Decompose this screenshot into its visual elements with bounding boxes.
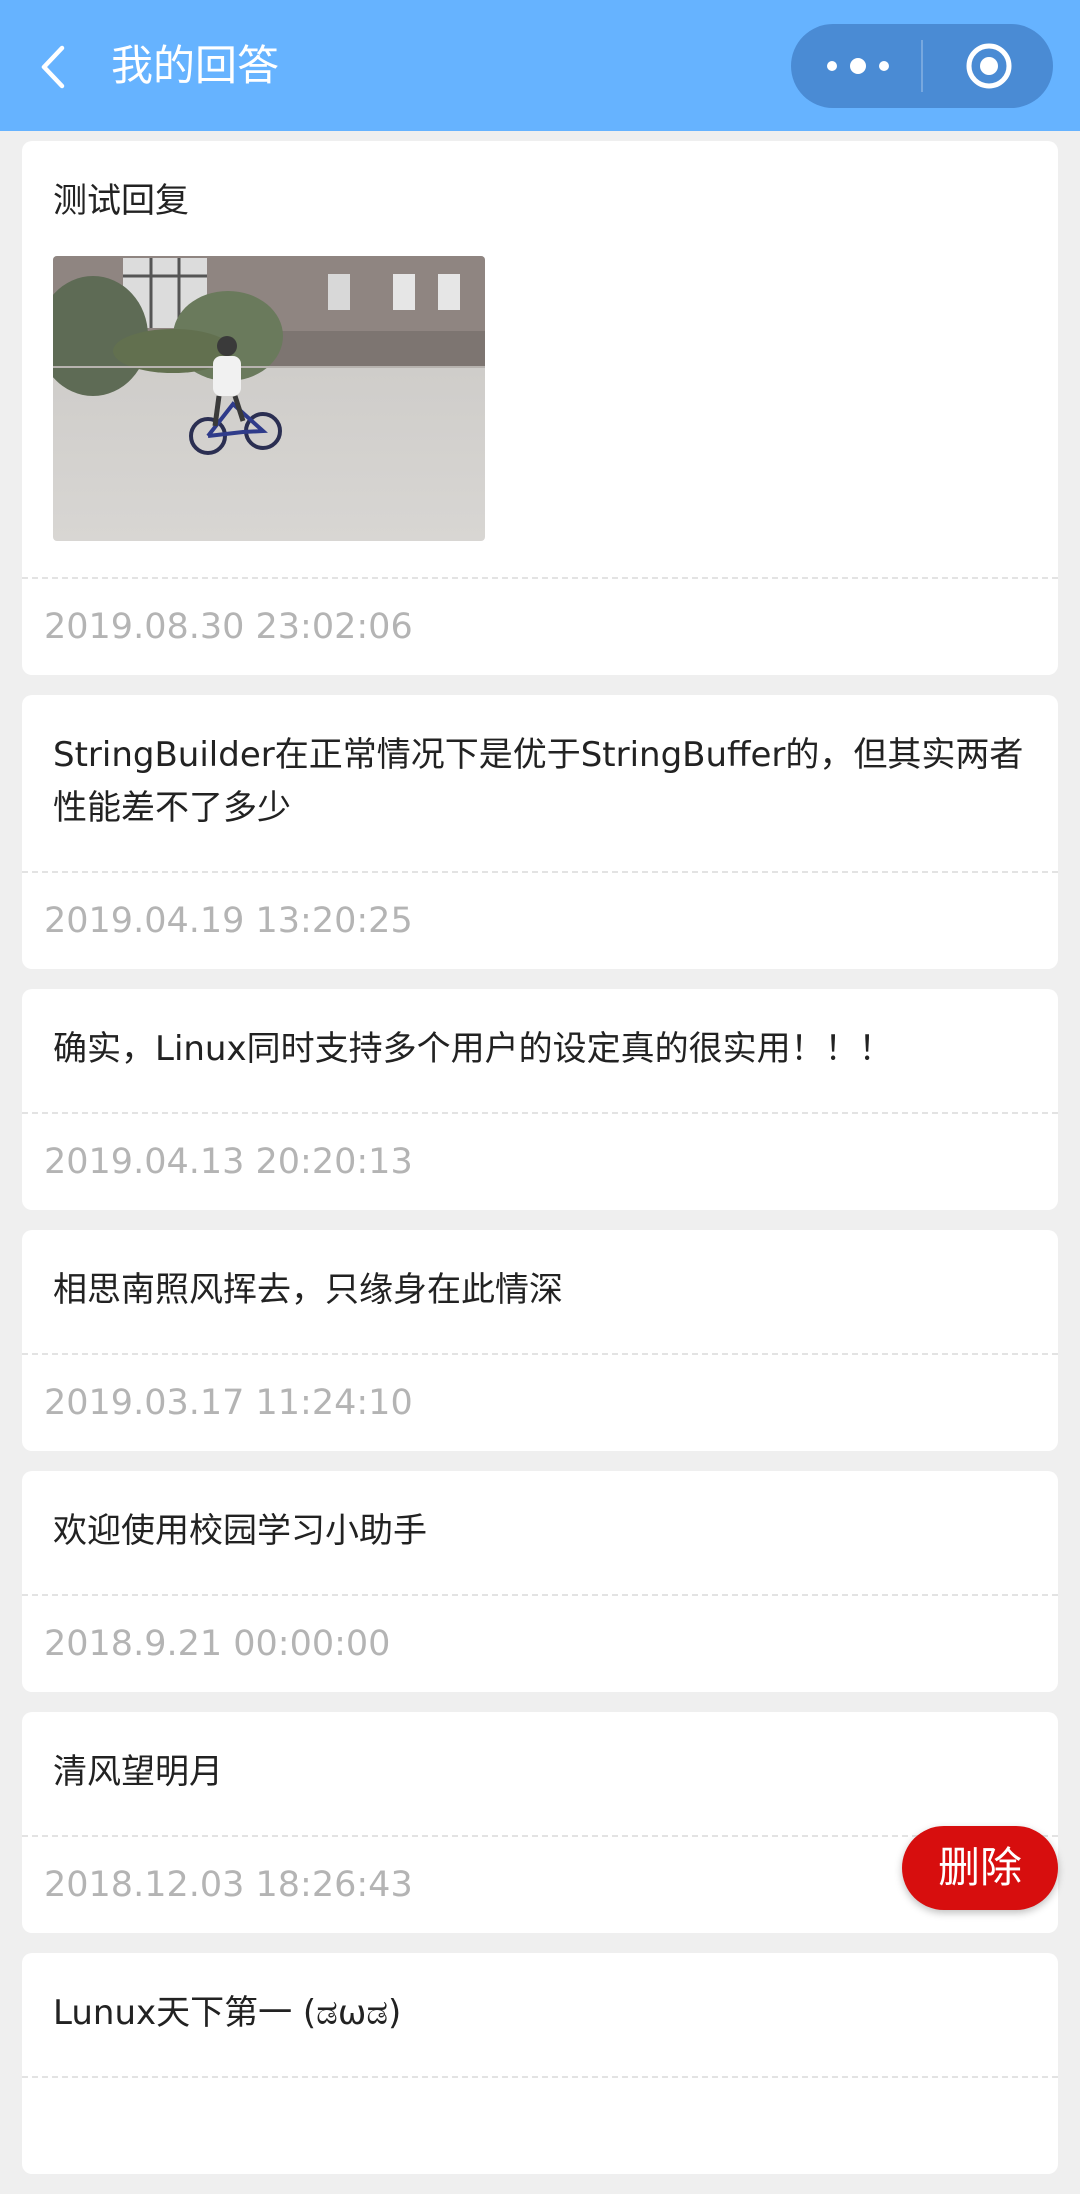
navigation-bar: 我的回答 bbox=[0, 0, 1080, 131]
answer-content: 相思南照风挥去，只缘身在此情深 bbox=[53, 1270, 563, 1310]
answer-timestamp: 2018.9.21 00:00:00 bbox=[22, 1594, 1058, 1692]
answer-timestamp bbox=[22, 2076, 1058, 2174]
answer-card[interactable]: 测试回复 2019.08.30 23:02:06 bbox=[22, 141, 1058, 675]
answer-photo[interactable] bbox=[53, 256, 485, 541]
answer-content: StringBuilder在正常情况下是优于StringBuffer的，但其实两… bbox=[53, 735, 1024, 828]
answer-content: Lunux天下第一 (ಡωಡ) bbox=[53, 1993, 402, 2033]
answer-content: 确实，Linux同时支持多个用户的设定真的很实用！！！ bbox=[53, 1029, 893, 1069]
answer-timestamp: 2019.04.19 13:20:25 bbox=[22, 871, 1058, 969]
answer-timestamp: 2018.12.03 18:26:43 bbox=[22, 1835, 1058, 1933]
answer-card[interactable]: 相思南照风挥去，只缘身在此情深 2019.03.17 11:24:10 bbox=[22, 1230, 1058, 1451]
answer-timestamp: 2019.04.13 20:20:13 bbox=[22, 1112, 1058, 1210]
answer-body: 相思南照风挥去，只缘身在此情深 bbox=[22, 1230, 1058, 1353]
answer-card[interactable]: StringBuilder在正常情况下是优于StringBuffer的，但其实两… bbox=[22, 695, 1058, 969]
page-title: 我的回答 bbox=[111, 41, 280, 90]
chevron-left-icon[interactable] bbox=[36, 42, 76, 92]
mini-program-capsule bbox=[791, 24, 1053, 108]
answer-content: 清风望明月 bbox=[53, 1752, 223, 1792]
answer-body: 欢迎使用校园学习小助手 bbox=[22, 1471, 1058, 1594]
answer-card[interactable]: Lunux天下第一 (ಡωಡ) bbox=[22, 1953, 1058, 2174]
answer-list: 测试回复 2019.08.30 23:02:06 StringBuilder在正… bbox=[22, 141, 1058, 2194]
answer-card[interactable]: 欢迎使用校园学习小助手 2018.9.21 00:00:00 bbox=[22, 1471, 1058, 1692]
target-circle-icon[interactable] bbox=[965, 42, 1013, 90]
answer-timestamp: 2019.03.17 11:24:10 bbox=[22, 1353, 1058, 1451]
answer-card[interactable]: 清风望明月 2018.12.03 18:26:43 bbox=[22, 1712, 1058, 1933]
answer-body: 确实，Linux同时支持多个用户的设定真的很实用！！！ bbox=[22, 989, 1058, 1112]
delete-button[interactable]: 删除 bbox=[902, 1826, 1058, 1910]
answer-timestamp: 2019.08.30 23:02:06 bbox=[22, 577, 1058, 675]
answer-content: 测试回复 bbox=[53, 181, 189, 221]
answer-body: Lunux天下第一 (ಡωಡ) bbox=[22, 1953, 1058, 2076]
answer-body: 测试回复 bbox=[22, 141, 1058, 577]
answer-body: 清风望明月 bbox=[22, 1712, 1058, 1835]
answer-body: StringBuilder在正常情况下是优于StringBuffer的，但其实两… bbox=[22, 695, 1058, 871]
capsule-divider bbox=[921, 40, 923, 92]
answer-content: 欢迎使用校园学习小助手 bbox=[53, 1511, 427, 1551]
more-dots-icon[interactable] bbox=[823, 52, 893, 80]
answer-card[interactable]: 确实，Linux同时支持多个用户的设定真的很实用！！！ 2019.04.13 2… bbox=[22, 989, 1058, 1210]
